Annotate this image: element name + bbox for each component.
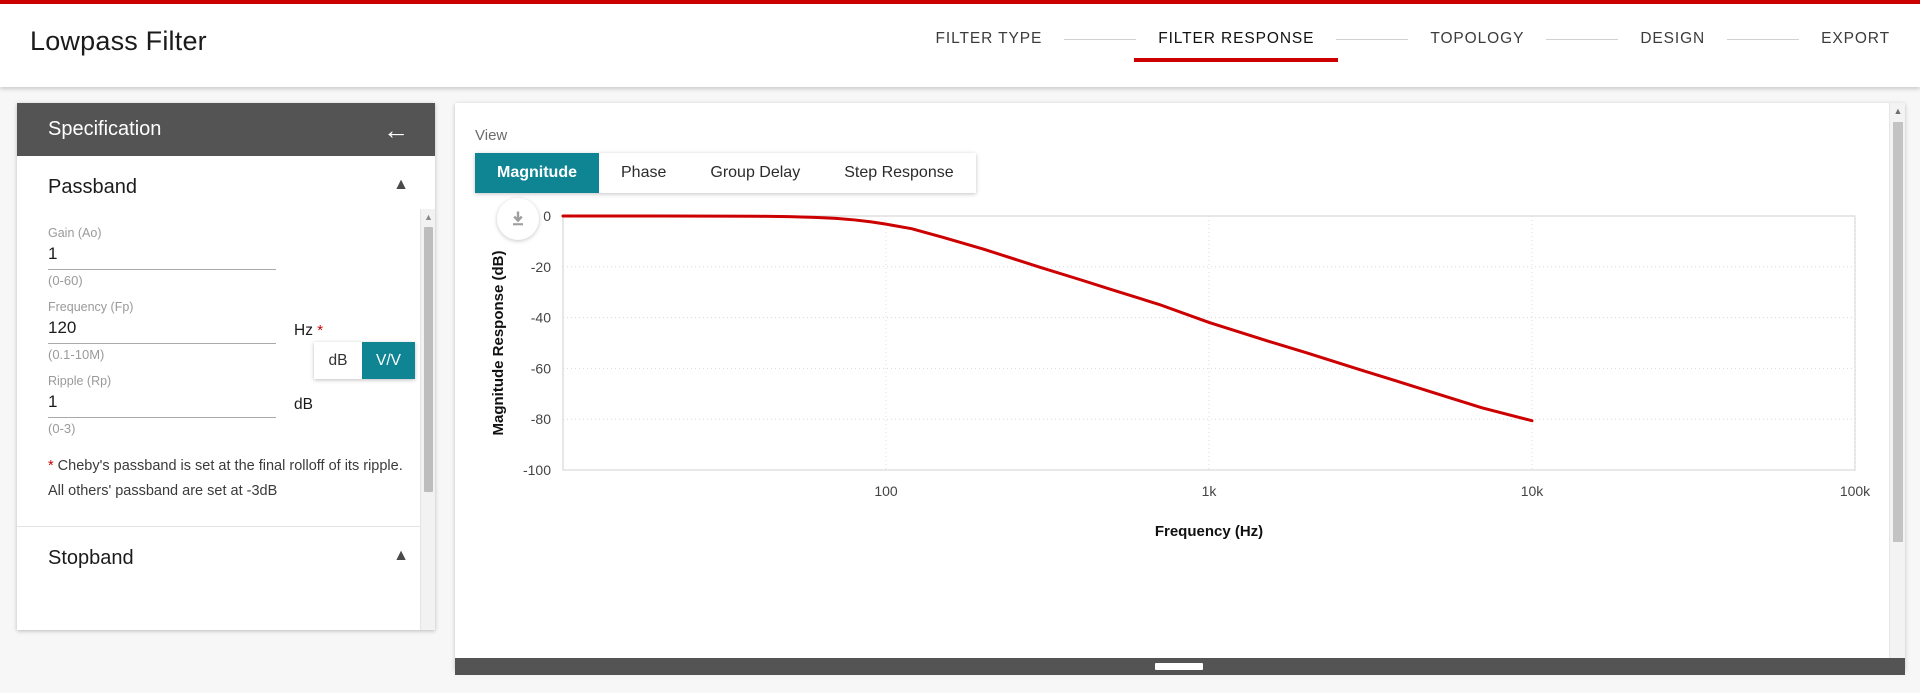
specification-header: Specification ← — [17, 103, 435, 156]
passband-footnote: * Cheby's passband is set at the final r… — [17, 446, 435, 504]
step-separator — [1727, 38, 1800, 40]
passband-fields: dB V/V Gain (Ao) (0-60) Frequency (Fp) H… — [17, 218, 435, 440]
gain-hint: (0-60) — [48, 273, 83, 288]
magnitude-plot-svg: 0 -20 -40 -60 -80 -100 100 1k 10k 100k Frequency (… — [490, 208, 1871, 540]
horizontal-scrollbar-thumb[interactable] — [1155, 663, 1203, 670]
section-stopband-header[interactable]: Stopband ▲ — [17, 527, 435, 589]
chart-panel-scrollbar[interactable]: ▲ ▼ — [1889, 103, 1905, 670]
step-filter-type[interactable]: FILTER TYPE — [934, 30, 1045, 62]
gain-label: Gain (Ao) — [48, 226, 102, 240]
response-chart-panel: View Magnitude Phase Group Delay Step Re… — [455, 103, 1905, 670]
magnitude-plot: 0 -20 -40 -60 -80 -100 100 1k 10k 100k Frequency (… — [455, 198, 1885, 618]
step-export[interactable]: EXPORT — [1819, 30, 1892, 62]
ripple-unit-label: dB — [294, 396, 313, 413]
gain-field: Gain (Ao) (0-60) — [48, 224, 404, 292]
svg-text:Magnitude Response (dB): Magnitude Response (dB) — [490, 250, 507, 435]
svg-text:100: 100 — [874, 483, 898, 499]
svg-text:-80: -80 — [531, 411, 551, 427]
svg-text:-20: -20 — [531, 259, 551, 275]
gain-input[interactable] — [48, 242, 276, 270]
svg-text:100k: 100k — [1840, 483, 1871, 499]
specification-body: Passband ▲ dB V/V Gain (Ao) (0-60) Frequ… — [17, 156, 435, 630]
svg-text:-40: -40 — [531, 310, 551, 326]
gain-unit-toggle: dB V/V — [314, 342, 415, 379]
svg-text:Frequency (Hz): Frequency (Hz) — [1155, 523, 1263, 540]
step-separator — [1546, 38, 1619, 40]
chevron-up-icon[interactable]: ▲ — [393, 547, 409, 565]
tab-phase[interactable]: Phase — [599, 153, 688, 193]
horizontal-scrollbar[interactable] — [455, 658, 1905, 675]
stepper-nav: FILTER TYPE FILTER RESPONSE TOPOLOGY DES… — [934, 30, 1920, 62]
svg-text:-100: -100 — [523, 462, 551, 478]
frequency-unit-label: Hz — [294, 322, 313, 339]
page-title: Lowpass Filter — [30, 26, 207, 56]
gain-row — [48, 242, 404, 270]
svg-text:1k: 1k — [1202, 483, 1218, 499]
tab-group-delay[interactable]: Group Delay — [688, 153, 822, 193]
chevron-up-icon[interactable]: ▲ — [393, 176, 409, 194]
frequency-label: Frequency (Fp) — [48, 300, 134, 314]
ripple-input[interactable] — [48, 390, 276, 418]
view-label: View — [475, 127, 508, 144]
frequency-row: Hz * — [48, 316, 404, 344]
scrollbar-thumb[interactable] — [424, 227, 433, 492]
step-filter-response[interactable]: FILTER RESPONSE — [1134, 30, 1339, 62]
app-header: Lowpass Filter FILTER TYPE FILTER RESPON… — [0, 4, 1920, 87]
chevron-up-icon[interactable]: ▲ — [421, 209, 435, 224]
tab-step-response[interactable]: Step Response — [822, 153, 975, 193]
scrollbar-thumb[interactable] — [1893, 122, 1903, 542]
specification-panel: Specification ← Passband ▲ dB V/V Gain (… — [17, 103, 435, 630]
section-stopband-title: Stopband — [48, 546, 134, 569]
svg-text:0: 0 — [543, 208, 551, 224]
gain-unit-db-button[interactable]: dB — [314, 342, 362, 379]
section-passband-title: Passband — [48, 175, 137, 198]
arrow-left-icon[interactable]: ← — [383, 117, 409, 143]
footnote-text: Cheby's passband is set at the final rol… — [48, 458, 403, 499]
ripple-hint: (0-3) — [48, 421, 76, 436]
step-separator — [1064, 38, 1137, 40]
step-separator — [1336, 38, 1409, 40]
step-design[interactable]: DESIGN — [1638, 30, 1707, 62]
ripple-row: dB — [48, 390, 404, 418]
ripple-field: Ripple (Rp) dB (0-3) — [48, 372, 404, 440]
frequency-unit: Hz * — [294, 322, 323, 344]
required-asterisk: * — [317, 322, 324, 339]
step-topology[interactable]: TOPOLOGY — [1428, 30, 1526, 62]
chevron-up-icon[interactable]: ▲ — [1890, 103, 1905, 119]
frequency-input[interactable] — [48, 316, 276, 344]
svg-text:10k: 10k — [1521, 483, 1545, 499]
svg-text:-60: -60 — [531, 360, 551, 376]
gain-unit-vv-button[interactable]: V/V — [362, 342, 415, 379]
section-passband-header[interactable]: Passband ▲ — [17, 156, 435, 218]
tab-magnitude[interactable]: Magnitude — [475, 153, 599, 193]
specification-title: Specification — [48, 118, 162, 140]
specification-scrollbar[interactable]: ▲ ▼ — [420, 209, 435, 630]
view-tab-bar: Magnitude Phase Group Delay Step Respons… — [475, 153, 976, 193]
